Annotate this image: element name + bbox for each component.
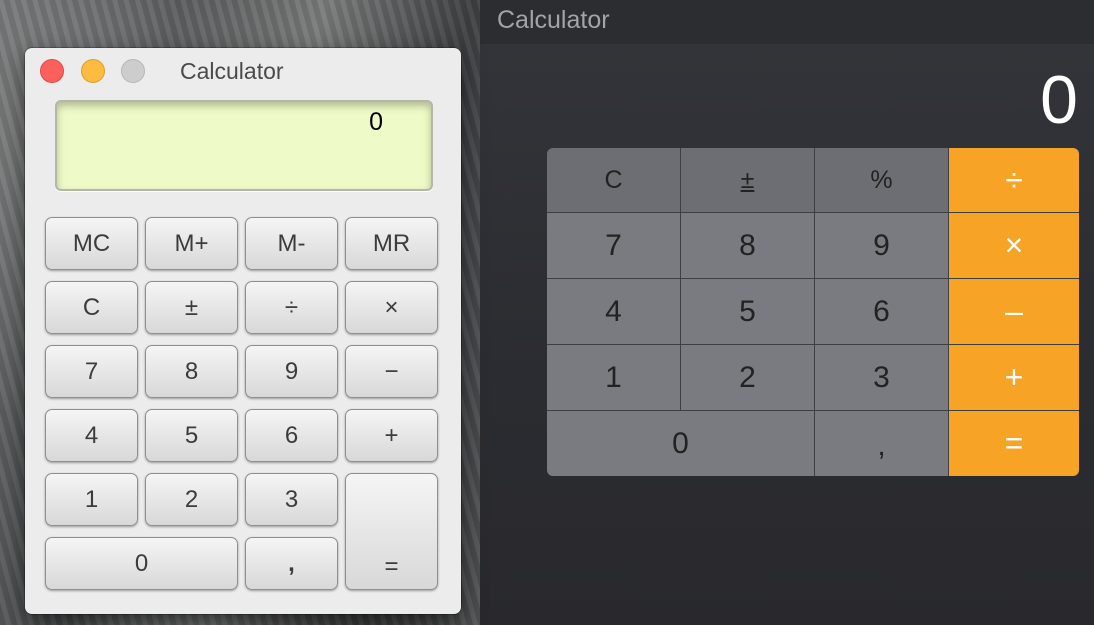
modern-digit-7-key[interactable]: 7 [547, 213, 681, 279]
modern-digit-4-key[interactable]: 4 [547, 279, 681, 345]
modern-percent-key[interactable]: % [815, 148, 949, 213]
digit-4-button[interactable]: 4 [45, 409, 138, 462]
memory-recall-button[interactable]: MR [345, 217, 438, 270]
memory-minus-button[interactable]: M- [245, 217, 338, 270]
modern-digit-3-key[interactable]: 3 [815, 345, 949, 411]
minus-button[interactable]: − [345, 345, 438, 398]
divide-button[interactable]: ÷ [245, 281, 338, 334]
modern-equals-key[interactable]: = [949, 411, 1079, 476]
decimal-comma-button[interactable]: , [245, 537, 338, 590]
modern-plus-key[interactable]: + [949, 345, 1079, 411]
clear-button[interactable]: C [45, 281, 138, 334]
multiply-button[interactable]: × [345, 281, 438, 334]
modern-digit-6-key[interactable]: 6 [815, 279, 949, 345]
modern-calculator-window: Calculator 0 C ± % ÷ 7 8 9 × 4 5 6 – 1 2… [480, 0, 1094, 625]
digit-7-button[interactable]: 7 [45, 345, 138, 398]
memory-clear-button[interactable]: MC [45, 217, 138, 270]
zoom-button[interactable] [121, 59, 145, 83]
classic-window-title: Calculator [180, 58, 284, 84]
classic-display-value: 0 [369, 108, 383, 136]
memory-plus-button[interactable]: M+ [145, 217, 238, 270]
close-button[interactable] [40, 59, 64, 83]
classic-display: 0 [55, 100, 433, 191]
digit-3-button[interactable]: 3 [245, 473, 338, 526]
modern-window-title: Calculator [497, 6, 610, 34]
modern-digit-9-key[interactable]: 9 [815, 213, 949, 279]
digit-0-button[interactable]: 0 [45, 537, 238, 590]
classic-calculator-window: Calculator 0 MC M+ M- MR C ± ÷ × 7 8 9 −… [25, 48, 461, 614]
plus-button[interactable]: + [345, 409, 438, 462]
digit-9-button[interactable]: 9 [245, 345, 338, 398]
minimize-button[interactable] [81, 59, 105, 83]
modern-digit-0-key[interactable]: 0 [547, 411, 815, 476]
digit-5-button[interactable]: 5 [145, 409, 238, 462]
plus-minus-button[interactable]: ± [145, 281, 238, 334]
modern-multiply-key[interactable]: × [949, 213, 1079, 279]
modern-digit-1-key[interactable]: 1 [547, 345, 681, 411]
modern-digit-5-key[interactable]: 5 [681, 279, 815, 345]
classic-titlebar[interactable]: Calculator [25, 48, 461, 92]
modern-divide-key[interactable]: ÷ [949, 148, 1079, 213]
digit-1-button[interactable]: 1 [45, 473, 138, 526]
modern-plus-minus-key[interactable]: ± [681, 148, 815, 213]
modern-digit-8-key[interactable]: 8 [681, 213, 815, 279]
digit-6-button[interactable]: 6 [245, 409, 338, 462]
modern-clear-key[interactable]: C [547, 148, 681, 213]
digit-2-button[interactable]: 2 [145, 473, 238, 526]
modern-titlebar[interactable]: Calculator [480, 0, 1094, 44]
modern-minus-key[interactable]: – [949, 279, 1079, 345]
digit-8-button[interactable]: 8 [145, 345, 238, 398]
modern-decimal-comma-key[interactable]: , [815, 411, 949, 476]
modern-digit-2-key[interactable]: 2 [681, 345, 815, 411]
modern-keypad: C ± % ÷ 7 8 9 × 4 5 6 – 1 2 3 + 0 , = [547, 148, 1079, 476]
equals-button[interactable]: = [345, 473, 438, 590]
modern-display-value: 0 [1040, 62, 1078, 138]
